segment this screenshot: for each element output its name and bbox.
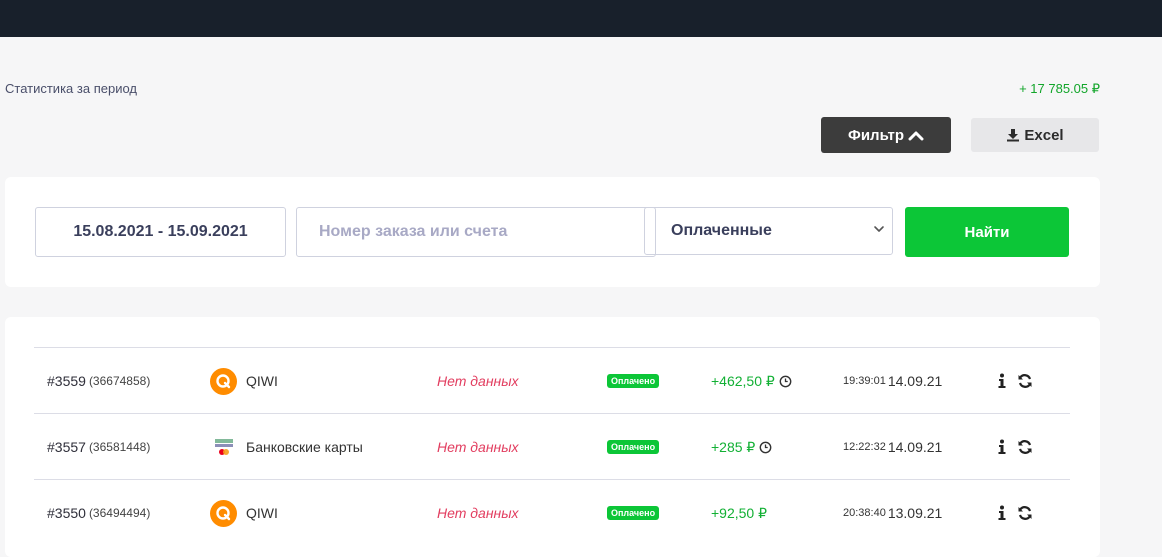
qiwi-icon [210,499,237,527]
order-number-cell[interactable]: #3557 (36581448) [47,414,150,480]
actions-cell [997,480,1033,546]
date-range-picker[interactable]: 15.08.2021 - 15.09.2021 [35,207,286,257]
stats-total-amount: + 17 785.05 ₽ [1019,81,1100,96]
time-value: 19:39:01 [843,375,886,387]
order-number: #3559 [47,373,86,389]
order-search-input[interactable] [296,207,656,257]
status-badge: Оплачено [607,374,660,388]
amount-value: +92,50 ₽ [711,504,768,521]
payment-method-label: QIWI [246,505,278,521]
top-navbar [0,0,1162,37]
actions-cell [997,414,1033,480]
transactions-table: #3559 (36674858) QIWI Нет данных Оплачено +46… [5,317,1100,557]
order-number: #3550 [47,505,86,521]
actions-cell [997,348,1033,414]
status-cell: Оплачено [607,414,660,480]
filter-button-label: Фильтр [848,126,904,144]
status-cell: Оплачено [607,480,660,546]
payment-method-label: Банковские карты [246,439,363,455]
status-select-value: Оплаченные [671,222,772,239]
time-value: 12:22:32 [843,441,886,453]
invoice-number: (36581448) [88,440,151,454]
excel-export-button[interactable]: Excel [971,118,1099,152]
clock-icon [759,441,772,453]
qiwi-icon [210,367,237,395]
clock-icon [779,375,792,387]
order-number-cell[interactable]: #3559 (36674858) [47,348,150,414]
details-cell: Нет данных [437,373,519,389]
refresh-icon[interactable] [1017,373,1033,389]
date-value: 14.09.21 [887,439,943,455]
datetime-cell: 20:38:40 13.09.21 [843,480,942,546]
amount-cell: +92,50 ₽ [711,480,767,546]
table-row: #3557 (36581448) Банковские карты Нет данны… [34,413,1070,480]
payment-method-cell: QIWI [210,480,278,546]
order-number-cell[interactable]: #3550 (36494494) [47,480,150,546]
bank-cards-icon [210,434,237,461]
datetime-cell: 19:39:01 14.09.21 [843,348,942,414]
info-icon[interactable] [997,439,1007,455]
status-select[interactable]: Оплаченные [644,207,893,255]
download-icon [1007,129,1020,142]
chevron-down-icon [874,226,884,232]
info-icon[interactable] [997,505,1007,521]
amount-cell: +462,50 ₽ [711,348,792,414]
invoice-number: (36494494) [88,506,151,520]
payment-method-cell: Банковские карты [210,414,363,480]
refresh-icon[interactable] [1017,505,1033,521]
refresh-icon[interactable] [1017,439,1033,455]
info-icon[interactable] [997,373,1007,389]
date-value: 13.09.21 [887,505,943,521]
status-cell: Оплачено [607,348,660,414]
filter-panel: 15.08.2021 - 15.09.2021 Оплаченные Найти [5,177,1100,287]
details-cell: Нет данных [437,505,519,521]
excel-button-label: Excel [1024,126,1064,144]
amount-cell: +285 ₽ [711,414,772,480]
details-cell: Нет данных [437,439,519,455]
status-badge: Оплачено [607,506,660,520]
amount-value: +285 ₽ [711,438,756,455]
chevron-up-icon [908,131,924,141]
table-row: #3550 (36494494) QIWI Нет данных Оплачено +92… [34,479,1070,546]
payment-method-cell: QIWI [210,348,278,414]
status-badge: Оплачено [607,440,660,454]
stats-period-label: Статистика за период [5,81,137,96]
order-number: #3557 [47,439,86,455]
payment-method-label: QIWI [246,373,278,389]
invoice-number: (36674858) [88,374,151,388]
datetime-cell: 12:22:32 14.09.21 [843,414,942,480]
time-value: 20:38:40 [843,507,886,519]
date-value: 14.09.21 [887,373,943,389]
find-button[interactable]: Найти [905,207,1069,257]
amount-value: +462,50 ₽ [711,372,775,389]
filter-toggle-button[interactable]: Фильтр [821,117,951,153]
table-row: #3559 (36674858) QIWI Нет данных Оплачено +46… [34,347,1070,414]
